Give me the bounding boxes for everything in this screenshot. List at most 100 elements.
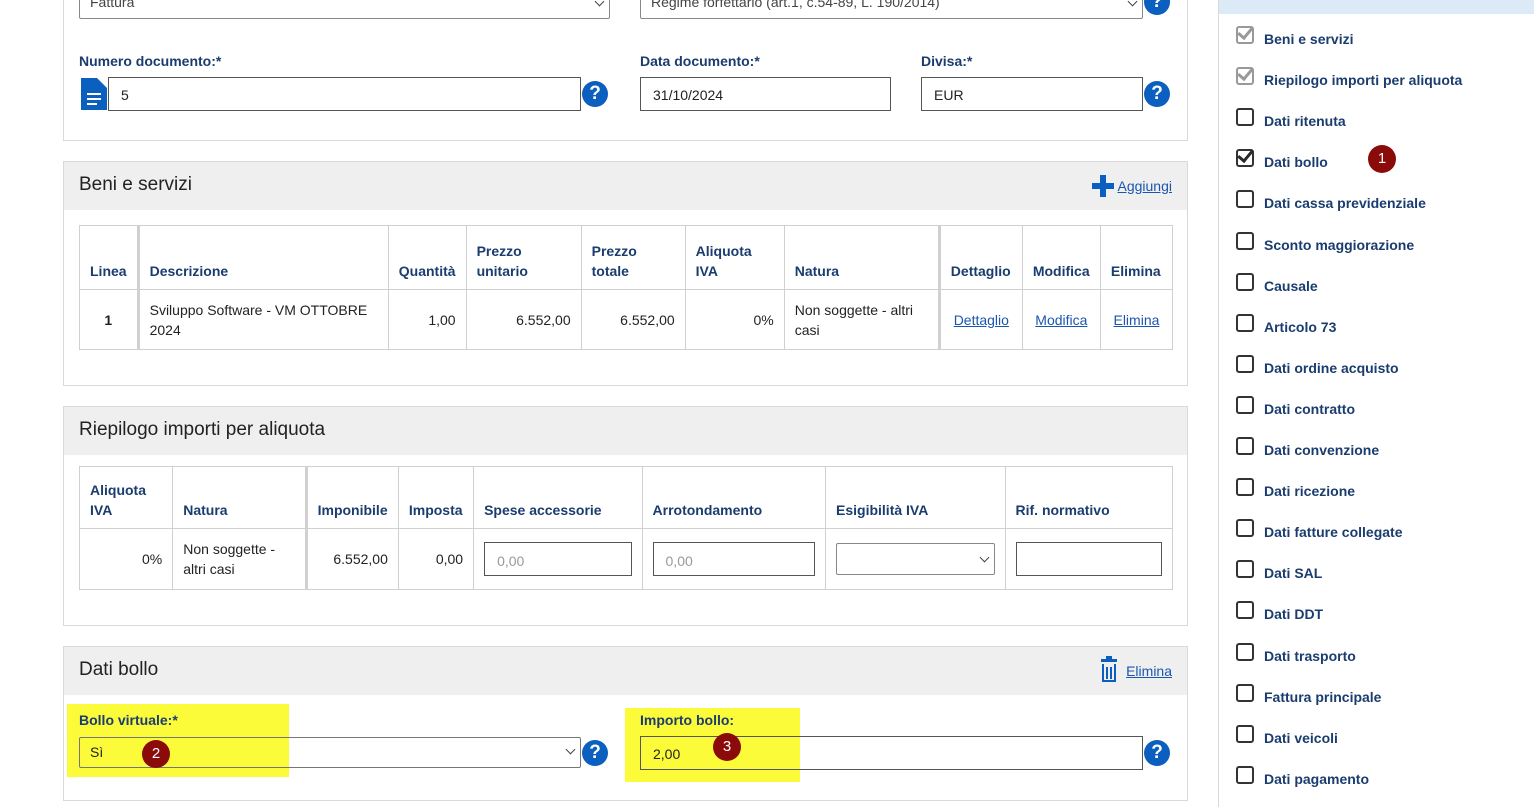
cell-linea: 1 <box>79 289 139 350</box>
checkbox-icon[interactable] <box>1236 560 1254 578</box>
checkbox-icon[interactable] <box>1236 725 1254 743</box>
aggiungi-link[interactable]: Aggiungi <box>1118 178 1173 194</box>
chevron-down-icon <box>565 744 576 755</box>
sidebar-item-label: Dati ricezione <box>1264 483 1356 499</box>
importo-bollo-label: Importo bollo: <box>640 712 735 728</box>
checkbox-icon[interactable] <box>1236 232 1254 250</box>
checkbox-icon[interactable] <box>1236 63 1254 85</box>
elimina-bollo-link[interactable]: Elimina <box>1126 663 1172 679</box>
sidebar-item-dati-cassa-previdenziale[interactable]: Dati cassa previdenziale <box>1236 190 1496 214</box>
sidebar-item-dati-convenzione[interactable]: Dati convenzione <box>1236 437 1496 461</box>
table-row: 0% Non soggette - altri casi 6.552,00 0,… <box>78 528 1173 590</box>
data-documento-input[interactable]: 31/10/2024 <box>640 77 891 111</box>
sidebar-item-dati-ricezione[interactable]: Dati ricezione <box>1236 478 1496 502</box>
sidebar-item-dati-ordine-acquisto[interactable]: Dati ordine acquisto <box>1236 355 1496 379</box>
checkbox-icon[interactable] <box>1236 601 1254 619</box>
checkbox-icon[interactable] <box>1236 684 1254 702</box>
sidebar-item-sconto-maggiorazione[interactable]: Sconto maggiorazione <box>1236 232 1496 256</box>
sidebar-item-dati-trasporto[interactable]: Dati trasporto <box>1236 643 1496 667</box>
cell-imposta: 0,00 <box>397 528 475 590</box>
bollo-virtuale-label: Bollo virtuale:* <box>79 712 178 728</box>
dettaglio-link[interactable]: Dettaglio <box>954 312 1009 328</box>
sidebar-item-dati-pagamento[interactable]: Dati pagamento <box>1236 766 1496 790</box>
sidebar-item-dati-ddt[interactable]: Dati DDT <box>1236 601 1496 625</box>
cell-imponibile: 6.552,00 <box>304 528 399 590</box>
checkbox-icon[interactable] <box>1236 314 1254 332</box>
checkbox-icon[interactable] <box>1236 643 1254 661</box>
sidebar-item-causale[interactable]: Causale <box>1236 273 1496 297</box>
data-documento-label: Data documento:* <box>640 53 760 69</box>
checkbox-icon[interactable] <box>1236 190 1254 208</box>
arrotondamento-input[interactable]: 0,00 <box>652 542 816 576</box>
elimina-bollo-button[interactable]: Elimina <box>1101 656 1172 683</box>
modifica-link[interactable]: Modifica <box>1035 312 1087 328</box>
panel-title: Beni e servizi <box>79 174 192 195</box>
checkbox-icon[interactable] <box>1236 22 1254 44</box>
document-header-panel: Fattura Regime forfettario (art.1, c.54-… <box>63 0 1188 141</box>
sidebar-item-label: Dati fatture collegate <box>1264 524 1403 540</box>
cell-descrizione: Sviluppo Software - VM OTTOBRE 2024 <box>136 289 389 350</box>
checkbox-icon[interactable] <box>1236 396 1254 414</box>
document-icon <box>81 78 107 110</box>
sidebar-item-dati-fatture-collegate[interactable]: Dati fatture collegate <box>1236 519 1496 543</box>
sidebar-item-riepilogo-importi-per-aliquota[interactable]: Riepilogo importi per aliquota <box>1236 63 1496 91</box>
panel-title: Riepilogo importi per aliquota <box>79 419 326 440</box>
spese-accessorie-input[interactable]: 0,00 <box>484 542 632 576</box>
sidebar-item-beni-e-servizi[interactable]: Beni e servizi <box>1236 22 1496 50</box>
sidebar-item-dati-bollo[interactable]: Dati bollo <box>1236 145 1496 173</box>
sidebar-item-label: Dati contratto <box>1264 401 1355 417</box>
col-prezzo-totale: Prezzo totale <box>580 225 686 290</box>
checkbox-icon[interactable] <box>1236 145 1254 167</box>
panel-header: Riepilogo importi per aliquota <box>64 407 1187 455</box>
sidebar-item-label: Riepilogo importi per aliquota <box>1264 72 1463 88</box>
chevron-down-icon <box>979 552 989 563</box>
help-icon[interactable]: ? <box>1144 81 1170 107</box>
sidebar-item-dati-veicoli[interactable]: Dati veicoli <box>1236 725 1496 749</box>
annotation-badge-3: 3 <box>713 733 741 761</box>
col-imponibile: Imponibile <box>304 466 399 529</box>
elimina-link[interactable]: Elimina <box>1113 312 1159 328</box>
sidebar-item-label: Dati ordine acquisto <box>1264 360 1399 376</box>
sidebar-item-articolo-73[interactable]: Articolo 73 <box>1236 314 1496 338</box>
sidebar-item-label: Dati DDT <box>1264 606 1324 622</box>
checkbox-icon[interactable] <box>1236 273 1254 291</box>
help-icon[interactable]: ? <box>582 740 608 766</box>
rif-normativo-input[interactable] <box>1015 542 1162 576</box>
divisa-input[interactable]: EUR <box>921 77 1143 111</box>
checkbox-icon[interactable] <box>1236 519 1254 537</box>
checkbox-icon[interactable] <box>1236 478 1254 496</box>
col-dettaglio: Dettaglio <box>937 225 1023 290</box>
sidebar-item-label: Causale <box>1264 278 1318 294</box>
checkbox-icon[interactable] <box>1236 355 1254 373</box>
cell-prezzo-totale: 6.552,00 <box>580 289 686 350</box>
sidebar-item-dati-ritenuta[interactable]: Dati ritenuta <box>1236 108 1496 132</box>
trash-icon <box>1098 656 1120 683</box>
sidebar-item-label: Dati pagamento <box>1264 771 1370 787</box>
esigibilita-select[interactable] <box>836 543 995 575</box>
help-icon[interactable]: ? <box>1144 0 1170 15</box>
help-icon[interactable]: ? <box>582 81 608 107</box>
numero-documento-input[interactable]: 5 <box>108 77 581 111</box>
sidebar-item-label: Fattura principale <box>1264 689 1382 705</box>
checkbox-icon[interactable] <box>1236 437 1254 455</box>
aggiungi-button[interactable]: Aggiungi <box>1091 175 1173 199</box>
sidebar-item-label: Dati convenzione <box>1264 442 1380 458</box>
help-icon[interactable]: ? <box>1144 740 1170 766</box>
panel-header: Beni e servizi Aggiungi <box>64 162 1187 210</box>
checkbox-icon[interactable] <box>1236 766 1254 784</box>
sidebar-item-label: Articolo 73 <box>1264 319 1337 335</box>
checkbox-icon[interactable] <box>1236 108 1254 126</box>
sidebar-item-label: Beni e servizi <box>1264 31 1354 47</box>
regime-fiscale-value: Regime forfettario (art.1, c.54-89, L. 1… <box>651 0 940 10</box>
col-prezzo-unitario: Prezzo unitario <box>465 225 582 290</box>
riepilogo-table: Aliquota IVA Natura Imponibile Imposta Sp… <box>78 466 1173 590</box>
tipo-documento-select[interactable]: Fattura <box>79 0 610 19</box>
cell-quantita: 1,00 <box>387 289 467 350</box>
regime-fiscale-select[interactable]: Regime forfettario (art.1, c.54-89, L. 1… <box>640 0 1143 19</box>
panel-header: Dati bollo Elimina <box>64 647 1187 695</box>
check-icon <box>1237 22 1254 41</box>
sidebar-item-dati-sal[interactable]: Dati SAL <box>1236 560 1496 584</box>
sidebar-item-fattura-principale[interactable]: Fattura principale <box>1236 684 1496 708</box>
sidebar-item-dati-contratto[interactable]: Dati contratto <box>1236 396 1496 420</box>
divisa-label: Divisa:* <box>921 53 973 69</box>
